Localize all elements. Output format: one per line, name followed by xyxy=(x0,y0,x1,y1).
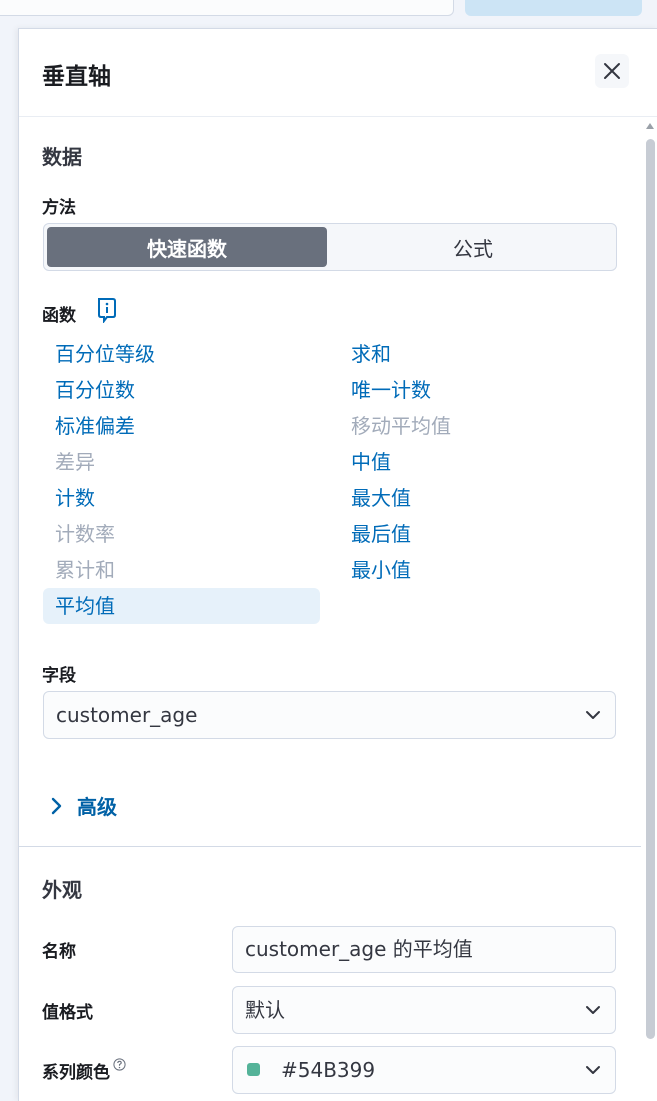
function-option-differences: 差异 xyxy=(55,450,95,474)
value-format-label: 值格式 xyxy=(42,1003,93,1023)
name-input-value: customer_age 的平均值 xyxy=(245,937,473,961)
name-input[interactable]: customer_age 的平均值 xyxy=(232,926,616,973)
function-option-sum[interactable]: 求和 xyxy=(339,336,616,372)
function-label: 函数 xyxy=(42,306,76,326)
function-option-maximum[interactable]: 最大值 xyxy=(339,480,616,516)
advanced-label: 高级 xyxy=(77,795,117,819)
close-icon xyxy=(604,63,620,79)
function-option-unique-count[interactable]: 唯一计数 xyxy=(339,372,616,408)
chevron-down-icon xyxy=(586,1006,600,1014)
scroll-up-arrow-icon[interactable] xyxy=(646,123,654,129)
function-option-count[interactable]: 计数 xyxy=(43,480,320,516)
panel-scrollbar[interactable] xyxy=(642,121,657,1101)
question-circle-icon[interactable] xyxy=(113,1058,126,1071)
chevron-down-icon xyxy=(586,1066,600,1074)
appearance-section-heading: 外观 xyxy=(42,878,82,902)
section-divider xyxy=(19,846,641,847)
function-option-moving-average: 移动平均值 xyxy=(351,414,451,438)
field-select-value: customer_age xyxy=(56,703,198,727)
field-select[interactable]: customer_age xyxy=(43,691,616,739)
series-color-value: #54B399 xyxy=(281,1058,376,1082)
function-option-percentile-rank[interactable]: 百分位等级 xyxy=(43,336,320,372)
data-section-heading: 数据 xyxy=(42,145,82,169)
chevron-down-icon xyxy=(586,711,600,719)
function-option-cumulative-sum: 累计和 xyxy=(55,558,115,582)
flyout-title: 垂直轴 xyxy=(42,64,111,90)
top-search-input[interactable] xyxy=(0,0,454,16)
function-option-counter-rate: 计数率 xyxy=(55,522,115,546)
name-label: 名称 xyxy=(42,942,76,962)
series-color-label: 系列颜色 xyxy=(42,1063,110,1083)
series-color-picker[interactable]: #54B399 xyxy=(232,1046,616,1094)
dimension-editor-flyout: 垂直轴 数据 方法 快速函数 公式 函数 百分位等级 百分位数 标准偏差 差异 … xyxy=(18,28,657,1101)
series-color-label-row: 系列颜色 xyxy=(42,1058,126,1083)
function-option-last-value[interactable]: 最后值 xyxy=(339,516,616,552)
function-info-icon[interactable] xyxy=(96,297,118,323)
advanced-toggle[interactable]: 高级 xyxy=(49,791,117,820)
function-option-median[interactable]: 中值 xyxy=(339,444,616,480)
function-option-average[interactable]: 平均值 xyxy=(43,588,320,624)
method-quick-function-button[interactable]: 快速函数 xyxy=(47,227,327,267)
close-button[interactable] xyxy=(595,54,629,88)
top-action-button[interactable] xyxy=(465,0,642,16)
color-swatch xyxy=(247,1063,260,1076)
top-toolbar xyxy=(0,0,657,28)
header-divider xyxy=(19,116,657,117)
method-label: 方法 xyxy=(42,198,76,218)
method-button-group: 快速函数 公式 xyxy=(43,223,617,271)
scroll-thumb[interactable] xyxy=(646,139,655,1039)
function-option-std-deviation[interactable]: 标准偏差 xyxy=(43,408,320,444)
field-label: 字段 xyxy=(42,666,76,686)
method-formula-button[interactable]: 公式 xyxy=(333,227,613,267)
value-format-select[interactable]: 默认 xyxy=(232,986,616,1034)
value-format-value: 默认 xyxy=(245,998,285,1022)
function-option-percentile[interactable]: 百分位数 xyxy=(43,372,320,408)
chevron-right-icon xyxy=(51,797,62,814)
function-option-minimum[interactable]: 最小值 xyxy=(339,552,616,588)
